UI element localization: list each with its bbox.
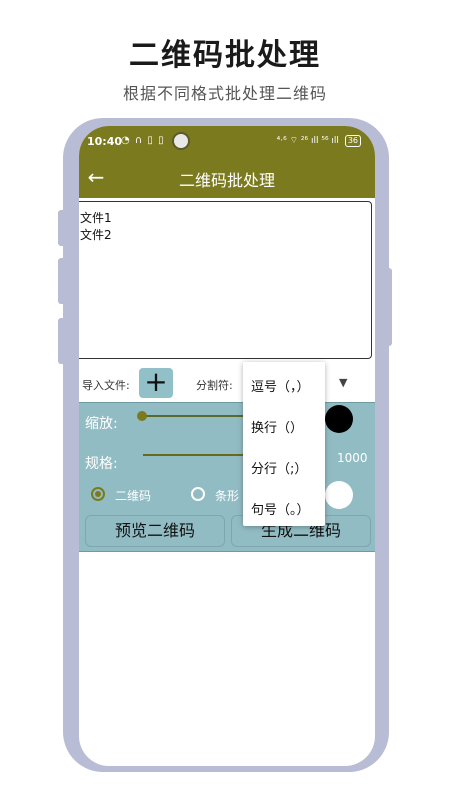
radio-barcode-label: 条形 bbox=[215, 489, 240, 503]
menu-item-comma[interactable]: 逗号（，） bbox=[251, 376, 310, 395]
promo-title: 二维码批处理 bbox=[129, 38, 321, 73]
notification-avatar-icon bbox=[172, 132, 190, 150]
import-file-label: 导入文件: bbox=[82, 379, 130, 392]
status-bar: 10:40 ◔ ∩ ▯ ▯ ⁴·⁶ ⌔ ²⁶ ıll ⁵⁶ ıll 36 bbox=[79, 126, 375, 156]
settings-panel: 缩放: 规格: 1000 二维码 条形 预览二维码 生成二维码 bbox=[79, 402, 375, 552]
separator-dropdown-menu: 逗号（，） 换行（） 分行（;） 句号（。） bbox=[243, 362, 325, 526]
file-line: 文件1 bbox=[80, 211, 112, 225]
app-bar: ← 二维码批处理 bbox=[79, 156, 375, 198]
zoom-slider-track[interactable] bbox=[141, 415, 251, 417]
phone-screen: 10:40 ◔ ∩ ▯ ▯ ⁴·⁶ ⌔ ²⁶ ıll ⁵⁶ ıll 36 ← 二… bbox=[79, 126, 375, 766]
spec-label: 规格: bbox=[85, 456, 118, 472]
import-row: 导入文件: + 分割符: ▼ bbox=[79, 366, 375, 402]
battery-icon: 36 bbox=[344, 135, 361, 147]
menu-item-newline[interactable]: 换行（） bbox=[251, 417, 303, 436]
menu-item-period[interactable]: 句号（。） bbox=[251, 499, 310, 518]
phone-side-button bbox=[58, 258, 66, 304]
app-bar-title: 二维码批处理 bbox=[178, 171, 275, 190]
foreground-color-swatch[interactable] bbox=[325, 405, 353, 433]
back-arrow-icon[interactable]: ← bbox=[81, 165, 111, 189]
zoom-label: 缩放: bbox=[85, 416, 118, 432]
file-line: 文件2 bbox=[80, 228, 112, 242]
dropdown-arrow-icon[interactable]: ▼ bbox=[339, 376, 347, 389]
zoom-slider-handle[interactable] bbox=[137, 411, 147, 421]
add-file-button[interactable]: + bbox=[139, 368, 173, 398]
menu-item-semicolon[interactable]: 分行（;） bbox=[251, 458, 307, 477]
phone-side-button bbox=[58, 318, 66, 364]
radio-barcode[interactable] bbox=[191, 487, 205, 501]
preview-qrcode-button[interactable]: 预览二维码 bbox=[85, 515, 225, 547]
plus-icon: + bbox=[144, 365, 168, 398]
phone-side-button bbox=[58, 210, 66, 246]
status-icons-left: ◔ ∩ ▯ ▯ bbox=[121, 135, 165, 146]
phone-power-button bbox=[384, 268, 392, 346]
spec-value: 1000 bbox=[337, 451, 368, 465]
promo-subtitle: 根据不同格式批处理二维码 bbox=[122, 84, 327, 103]
signal-icons: ⁴·⁶ ⌔ ²⁶ ıll ⁵⁶ ıll bbox=[276, 136, 339, 146]
background-color-swatch[interactable] bbox=[325, 481, 353, 509]
status-icons-right: ⁴·⁶ ⌔ ²⁶ ıll ⁵⁶ ıll 36 bbox=[277, 135, 361, 147]
file-list-textarea[interactable]: 文件1 文件2 bbox=[79, 201, 372, 359]
radio-qrcode[interactable] bbox=[91, 487, 105, 501]
status-time: 10:40 bbox=[87, 135, 123, 148]
radio-qrcode-label: 二维码 bbox=[115, 489, 152, 503]
spec-input[interactable] bbox=[143, 454, 253, 456]
separator-label: 分割符: bbox=[196, 379, 233, 392]
